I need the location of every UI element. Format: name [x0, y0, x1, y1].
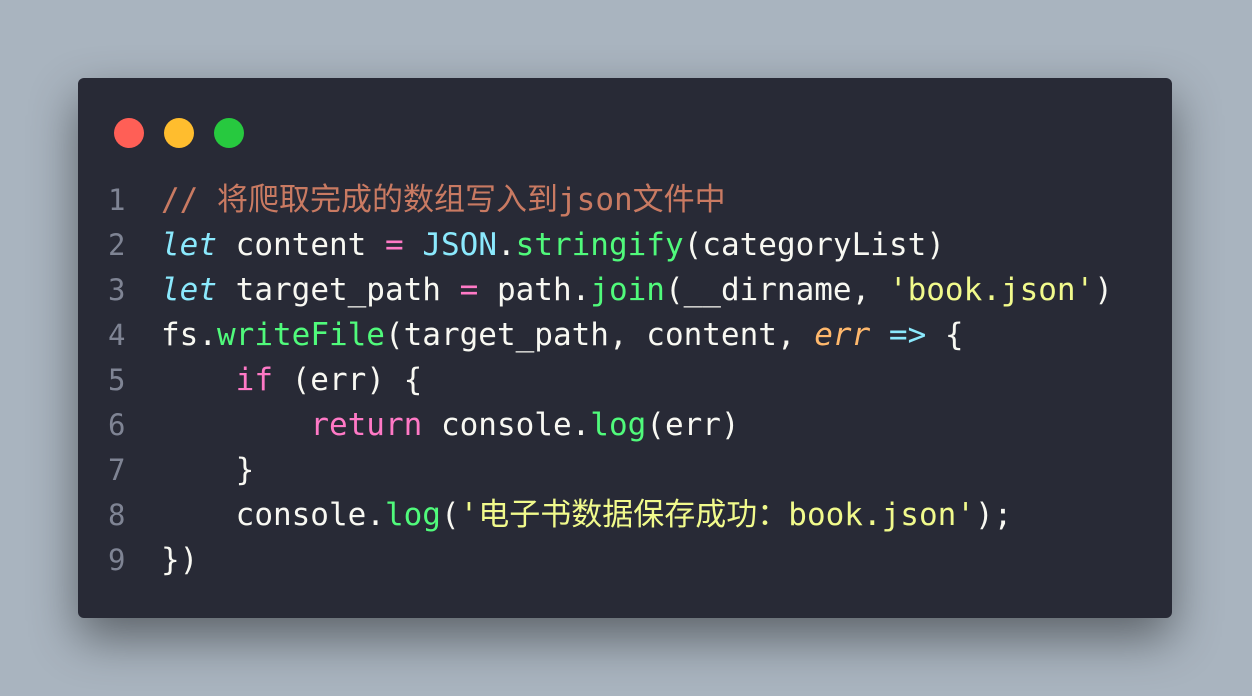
code-line: 9}) [78, 538, 1172, 583]
line-number: 3 [108, 273, 126, 307]
code-token: log [590, 407, 647, 443]
code-line: 6 return console.log(err) [78, 403, 1172, 448]
code-token: '电子书数据保存成功：book.json' [459, 497, 975, 533]
code-line: 8 console.log('电子书数据保存成功：book.json'); [78, 493, 1172, 538]
line-source: fs.writeFile(target_path, content, err =… [161, 313, 964, 358]
code-token: (categoryList) [683, 227, 945, 263]
close-dot-icon[interactable] [114, 118, 144, 148]
code-token: target_path [217, 272, 460, 308]
code-token: fs. [161, 317, 217, 353]
code-line: 3 let target_path = path.join(__dirname, … [78, 268, 1172, 313]
line-number: 8 [108, 498, 126, 532]
maximize-dot-icon[interactable] [214, 118, 244, 148]
line-number: 5 [108, 363, 126, 397]
code-block: 1 // 将爬取完成的数组写入到json文件中 2 let content = JSO… [78, 178, 1172, 583]
code-line: 4 fs.writeFile(target_path, content, err … [78, 313, 1172, 358]
code-line: 1 // 将爬取完成的数组写入到json文件中 [78, 178, 1172, 223]
code-token: (target_path, content, [384, 317, 815, 353]
line-source: // 将爬取完成的数组写入到json文件中 [161, 178, 726, 223]
code-token: => [888, 317, 927, 353]
code-token: }) [161, 542, 199, 578]
code-token: } [161, 452, 255, 488]
line-source: if (err) { [161, 358, 423, 403]
code-token: return [310, 407, 423, 443]
code-token: (err) { [272, 362, 423, 398]
line-number: 7 [108, 453, 126, 487]
code-line: 7 } [78, 448, 1172, 493]
code-token: (__dirname, [664, 272, 889, 308]
line-source: console.log('电子书数据保存成功：book.json'); [161, 493, 1013, 538]
code-line: 5 if (err) { [78, 358, 1172, 403]
code-token: . [496, 227, 516, 263]
code-token: = [459, 272, 479, 308]
code-token: if [235, 362, 273, 398]
code-token: // 将爬取完成的数组写入到json文件中 [161, 182, 726, 218]
code-token: let [161, 272, 217, 308]
code-token: ( [440, 497, 460, 533]
line-number: 2 [108, 228, 126, 262]
code-token: JSON [422, 227, 497, 263]
code-window: 1 // 将爬取完成的数组写入到json文件中 2 let content = JSO… [78, 78, 1172, 618]
line-number: 4 [108, 318, 126, 352]
code-token: (err) [646, 407, 740, 443]
line-number: 1 [108, 183, 126, 217]
line-number: 9 [108, 543, 126, 577]
window-controls [114, 118, 244, 148]
line-number: 6 [108, 408, 126, 442]
line-source: } [161, 448, 255, 493]
code-token: stringify [515, 227, 684, 263]
code-token: = [384, 227, 404, 263]
line-source: let target_path = path.join(__dirname, '… [161, 268, 1113, 313]
code-token: path. [478, 272, 591, 308]
code-token: let [161, 227, 217, 263]
minimize-dot-icon[interactable] [164, 118, 194, 148]
code-token: 'book.json' [888, 272, 1095, 308]
code-token: join [590, 272, 665, 308]
line-source: }) [161, 538, 198, 583]
code-token: content [217, 227, 385, 263]
code-token: ); [974, 497, 1013, 533]
code-token: err [814, 317, 871, 353]
line-source: return console.log(err) [161, 403, 740, 448]
code-token: console. [422, 407, 591, 443]
code-line: 2 let content = JSON.stringify(categoryLi… [78, 223, 1172, 268]
code-token: ) [1094, 272, 1113, 308]
line-source: let content = JSON.stringify(categoryLis… [161, 223, 945, 268]
code-token: { [926, 317, 964, 353]
code-token: log [384, 497, 441, 533]
code-token: writeFile [217, 317, 385, 353]
code-token: console. [161, 497, 385, 533]
